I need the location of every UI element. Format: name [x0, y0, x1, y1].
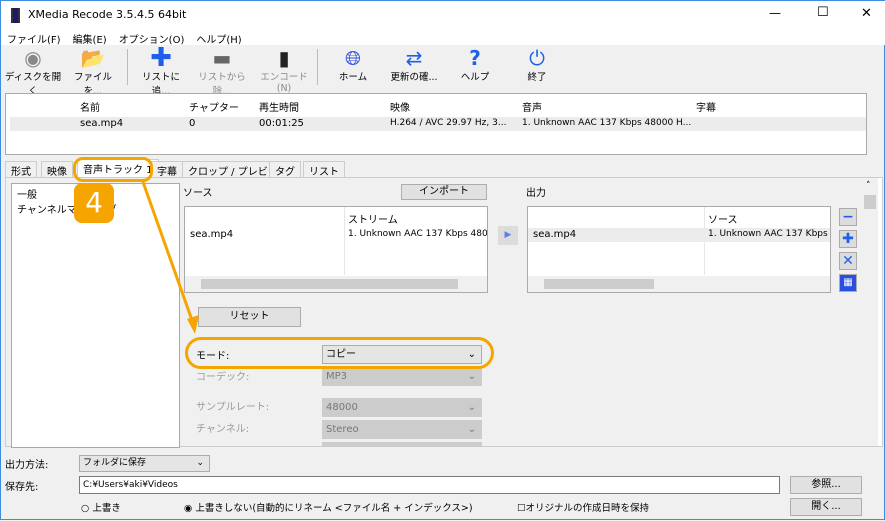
- app-window: XMedia Recode 3.5.4.5 64bit — ☐ ✕ ファイル(F…: [0, 0, 885, 520]
- annotation-arrow: [141, 181, 199, 334]
- annotation-mode-highlight: [185, 337, 494, 369]
